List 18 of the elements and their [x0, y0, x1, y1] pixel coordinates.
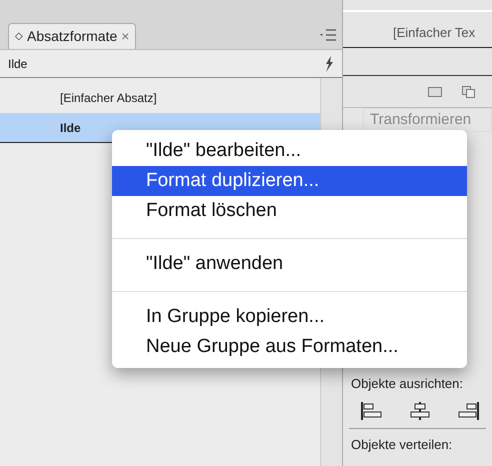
style-item[interactable]: [Einfacher Tex [343, 18, 492, 48]
close-button[interactable]: × [121, 26, 130, 47]
menu-item[interactable]: Neue Gruppe aus Formaten... [112, 332, 467, 362]
menu-item[interactable]: Format löschen [112, 196, 467, 226]
lightning-icon[interactable] [324, 56, 334, 72]
tab-label: Absatzformate [27, 27, 118, 46]
panel-tab[interactable]: ◇ Absatzformate × [8, 23, 136, 49]
menu-item[interactable]: Format duplizieren... [112, 166, 467, 196]
menu-item[interactable]: In Gruppe kopieren... [112, 302, 467, 332]
current-style: Ilde [8, 56, 28, 72]
folder-icon[interactable] [428, 86, 442, 97]
style-item[interactable]: [Einfacher Absatz] [0, 83, 320, 113]
diamond-icon: ◇ [15, 29, 23, 44]
align-label: Objekte ausrichten: [350, 375, 464, 393]
new-style-icon[interactable] [462, 86, 476, 98]
menu-item[interactable]: "Ilde" anwenden [112, 249, 467, 279]
menu-icon[interactable] [320, 29, 336, 41]
distribute-label: Objekte verteilen: [350, 436, 454, 454]
